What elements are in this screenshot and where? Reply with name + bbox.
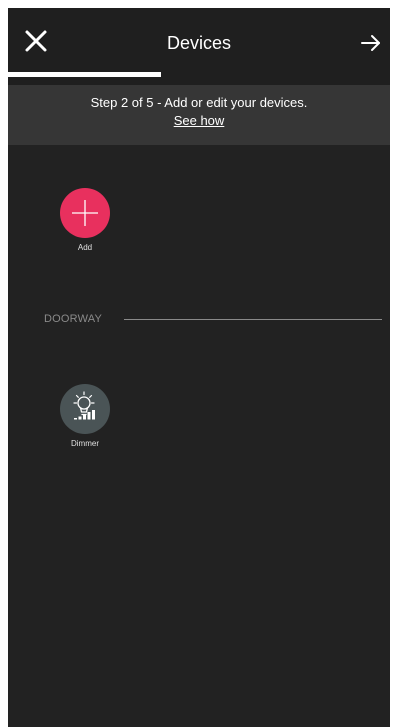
progress-bar [8, 72, 390, 77]
add-device-label: Add [77, 243, 93, 252]
see-how-link[interactable]: See how [8, 113, 390, 129]
group-label: DOORWAY [44, 313, 103, 325]
step-banner: Step 2 of 5 - Add or edit your devices. … [8, 85, 390, 145]
dimmer-device-circle[interactable] [60, 384, 110, 434]
add-device-button[interactable]: Add [45, 188, 125, 253]
group-divider [124, 319, 382, 320]
page-title: Devices [166, 33, 232, 53]
group-header-doorway: DOORWAY [44, 312, 390, 326]
dimmer-device-label: Dimmer [71, 439, 99, 448]
arrow-right-icon [361, 35, 380, 51]
next-button[interactable] [358, 30, 384, 56]
app-header: Devices [8, 8, 390, 85]
plus-icon [72, 200, 98, 226]
dimmer-bulb-icon [73, 391, 95, 420]
progress-bar-fill [8, 72, 161, 77]
device-tile-dimmer[interactable]: Dimmer [45, 384, 125, 449]
step-instruction: Step 2 of 5 - Add or edit your devices. [90, 95, 308, 110]
add-device-circle[interactable] [60, 188, 110, 238]
devices-screen: Devices Step 2 of 5 - Add or edit your d… [8, 8, 390, 727]
